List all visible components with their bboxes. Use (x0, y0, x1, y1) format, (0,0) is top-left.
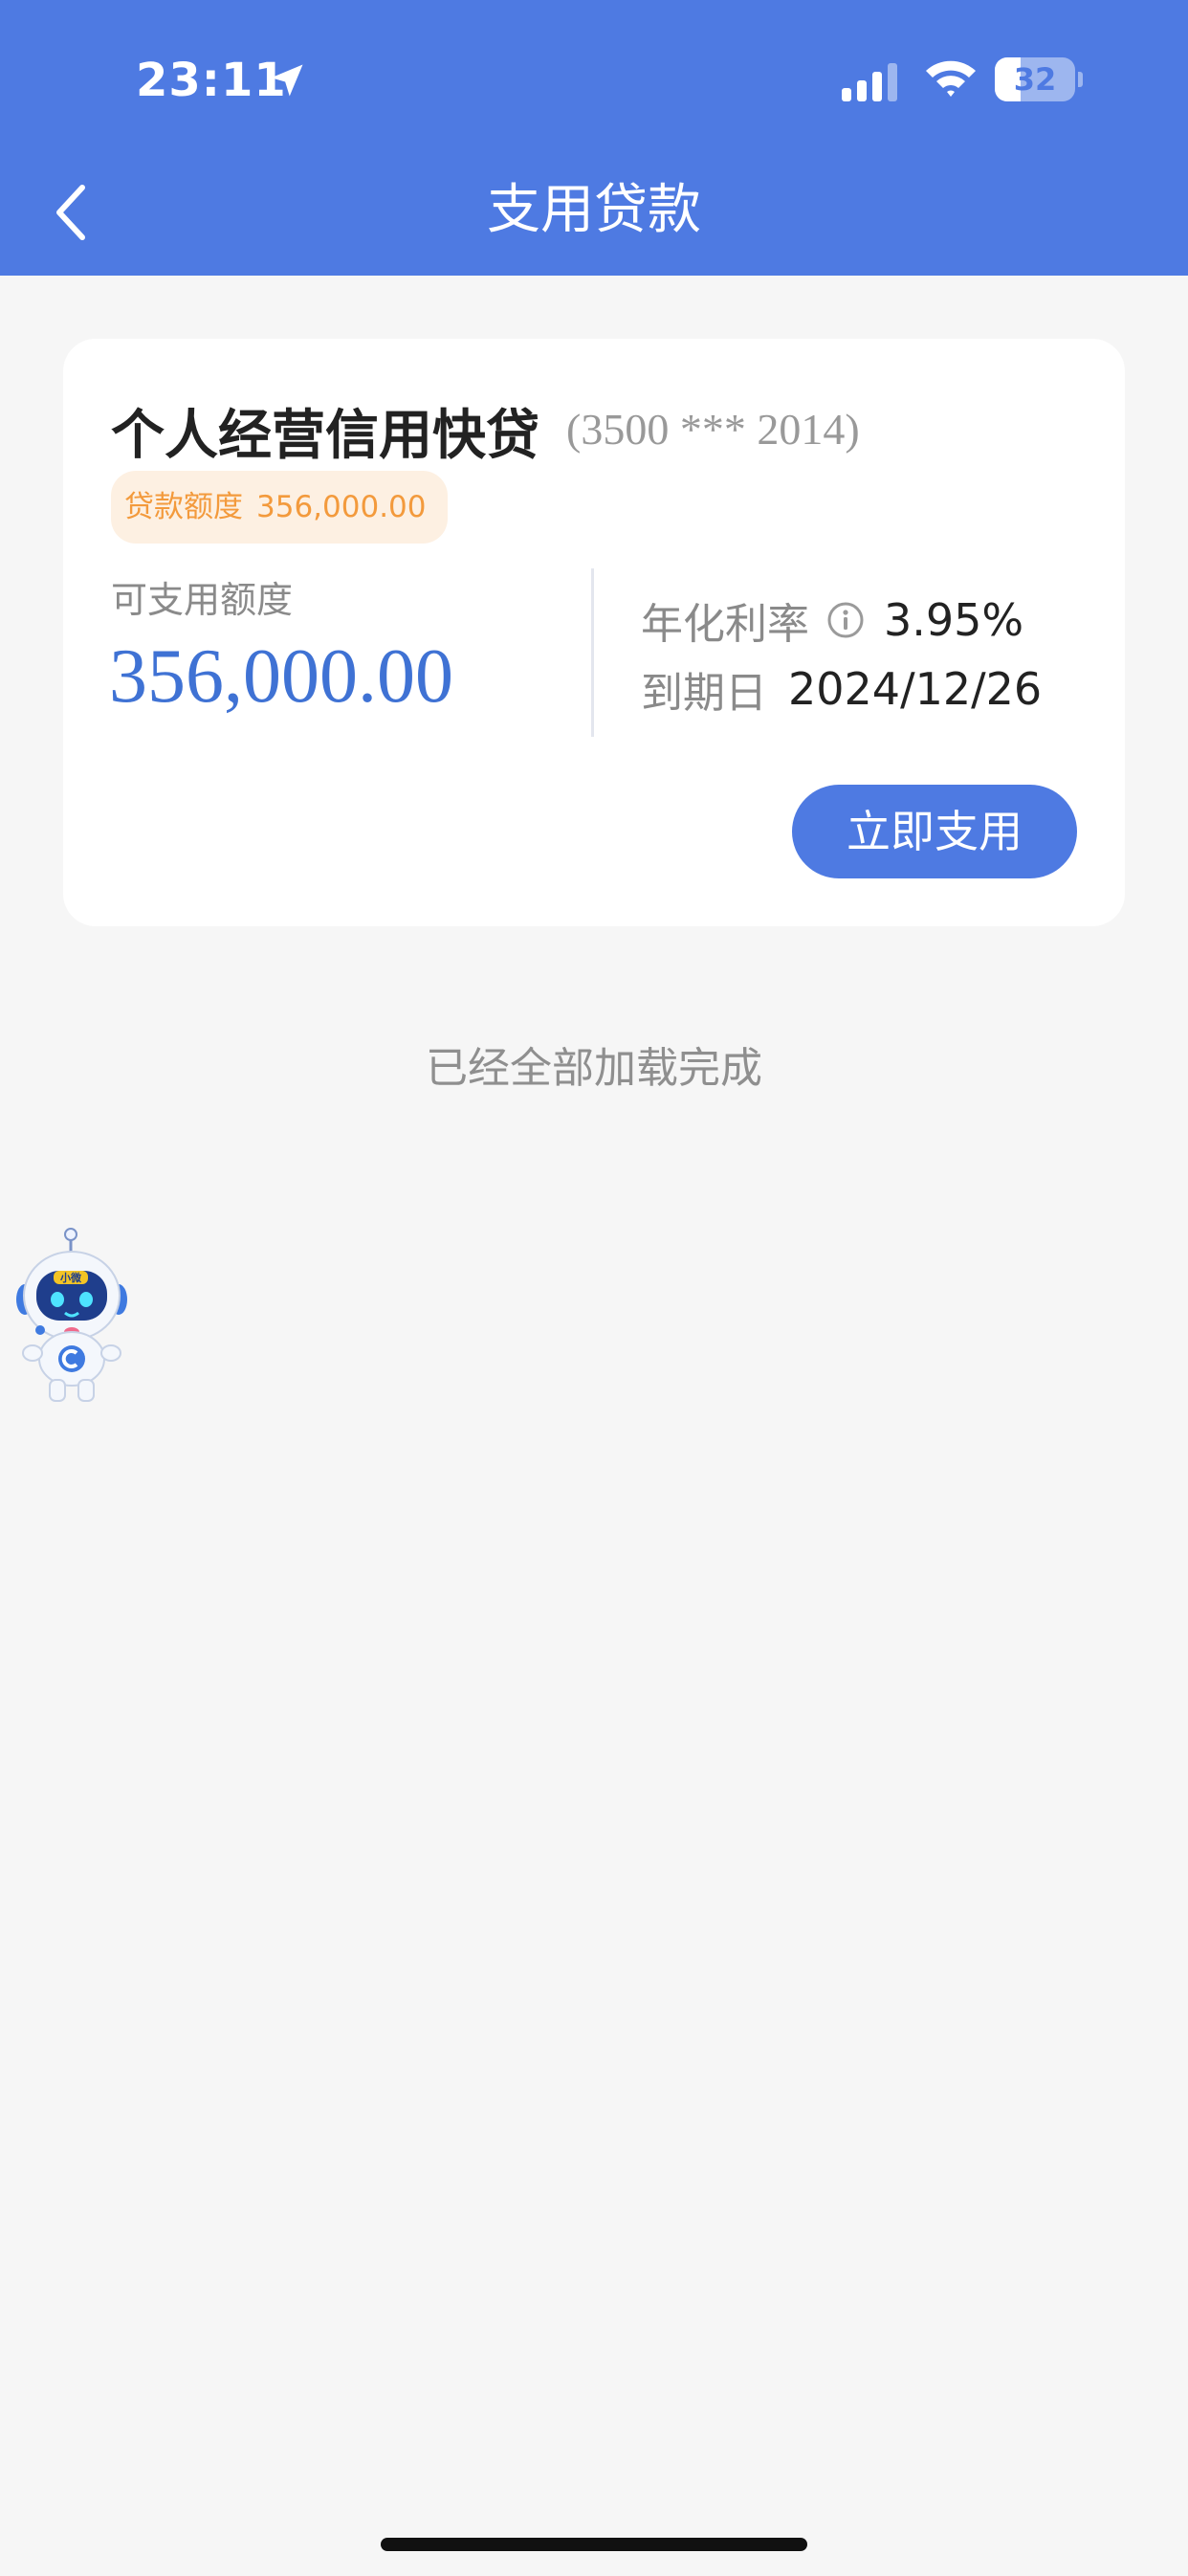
interest-rate-row: 年化利率 3.95% (641, 591, 1023, 649)
available-label: 可支用额度 (111, 579, 294, 621)
rate-value: 3.95% (884, 594, 1024, 646)
robot-assistant-icon[interactable]: 小微 (11, 1227, 136, 1403)
battery-cap (1078, 72, 1083, 87)
home-indicator (381, 2538, 807, 2551)
product-name: 个人经营信用快贷 (111, 405, 539, 467)
account-number: (3500 *** 2014) (566, 405, 860, 454)
load-complete-text: 已经全部加载完成 (426, 1044, 762, 1093)
battery-icon: 32 (995, 57, 1083, 101)
due-date-row: 到期日 2024/12/26 (641, 660, 1042, 718)
battery-level: 32 (1013, 61, 1057, 98)
wifi-icon (926, 60, 976, 97)
page-title: 支用贷款 (487, 179, 701, 241)
rate-label: 年化利率 (641, 600, 809, 649)
use-now-button[interactable]: 立即支用 (792, 785, 1077, 878)
due-label: 到期日 (641, 669, 767, 718)
signal-icon (842, 63, 897, 101)
status-time: 23:11 (136, 54, 287, 107)
due-value: 2024/12/26 (788, 663, 1043, 715)
battery-body: 32 (995, 57, 1075, 101)
top-header: 23:11 32 支用贷款 (0, 0, 1188, 276)
loan-drawdown-page: 23:11 32 支用贷款 个人经营信用快贷 (3500 *** 2014) 贷… (0, 0, 1188, 2576)
location-arrow-icon (271, 64, 303, 97)
quota-badge: 贷款额度 356,000.00 (111, 471, 448, 544)
available-amount: 356,000.00 (109, 634, 453, 719)
quota-value: 356,000.00 (256, 490, 427, 524)
assistant-badge-text: 小微 (59, 1271, 82, 1284)
loan-product-card: 个人经营信用快贷 (3500 *** 2014) 贷款额度 356,000.00 … (63, 339, 1125, 926)
divider (591, 568, 594, 737)
quota-label: 贷款额度 (124, 490, 243, 524)
info-circle-icon[interactable] (826, 601, 865, 639)
